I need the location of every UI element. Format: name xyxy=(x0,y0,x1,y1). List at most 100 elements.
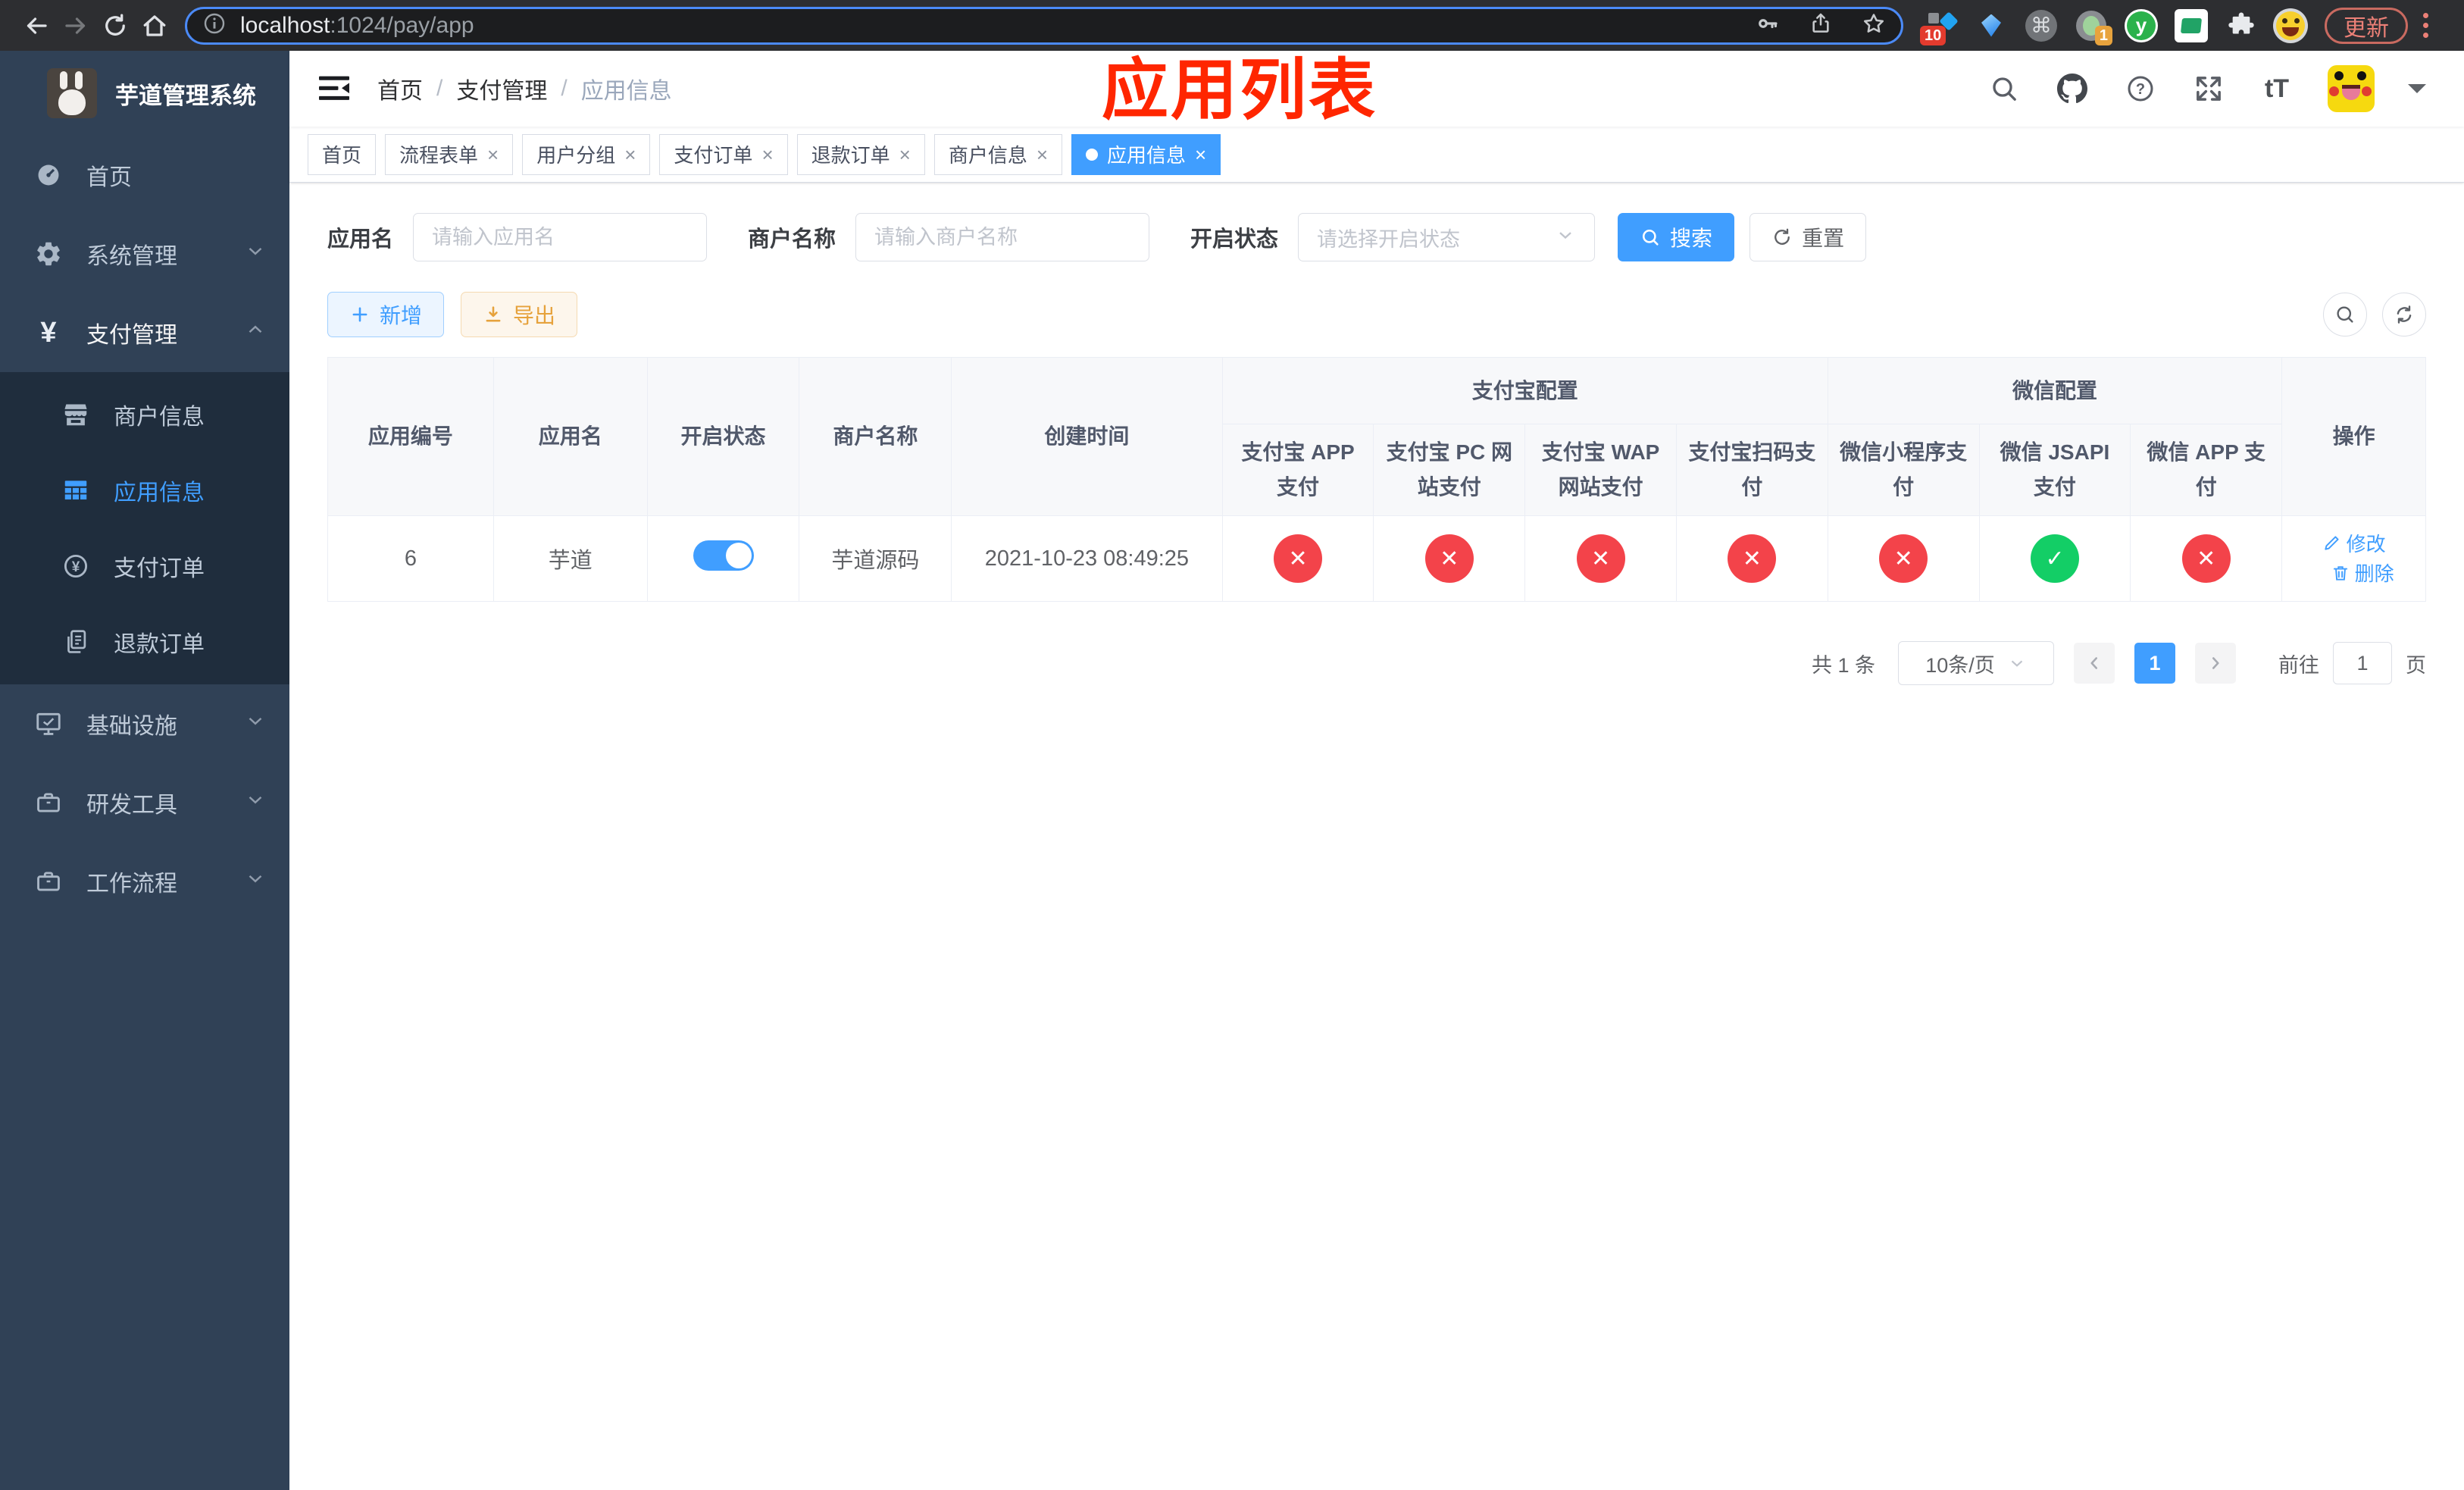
sidebar-collapse-icon[interactable] xyxy=(317,74,352,104)
tags-view: 首页 流程表单 × 用户分组 × 支付订单 × 退款订单 × 商户信息 × 应用信息 × xyxy=(289,127,2464,183)
reset-button[interactable]: 重置 xyxy=(1750,213,1867,261)
help-icon[interactable]: ? xyxy=(2123,71,2158,106)
browser-home-button[interactable] xyxy=(135,6,174,45)
cell-alipay-pc: ✕ xyxy=(1373,515,1526,602)
sidebar-item-payment-orders[interactable]: ¥ 支付订单 xyxy=(0,528,289,604)
close-icon[interactable]: × xyxy=(899,145,911,164)
status-toggle[interactable] xyxy=(693,540,754,571)
col-alipay-scan: 支付宝扫码支付 xyxy=(1675,424,1828,516)
tab-payment-orders[interactable]: 支付订单 × xyxy=(659,133,788,175)
browser-reload-button[interactable] xyxy=(95,6,135,45)
share-icon[interactable] xyxy=(1809,11,1833,39)
breadcrumb-current: 应用信息 xyxy=(580,79,672,104)
close-icon[interactable]: × xyxy=(1195,145,1206,164)
toggle-search-button[interactable] xyxy=(2323,293,2367,337)
sidebar-item-merchant-info[interactable]: 商户信息 xyxy=(0,377,289,452)
app-name-input[interactable] xyxy=(413,213,708,261)
config-status-icon: ✕ xyxy=(1274,534,1323,583)
add-button[interactable]: 新增 xyxy=(327,292,445,337)
dashboard-icon xyxy=(32,161,65,189)
config-status-icon: ✓ xyxy=(2030,534,2079,583)
app-title: 芋道管理系统 xyxy=(115,82,256,109)
sidebar: 芋道管理系统 首页 系统管理 ¥ 支付管理 商户信息 应用信息 ¥ 支付订单 退… xyxy=(0,51,289,1490)
config-status-icon: ✕ xyxy=(1424,534,1474,583)
avatar-caret-icon[interactable] xyxy=(2408,84,2426,102)
grid-table-icon xyxy=(59,476,92,505)
col-group-wechat: 微信配置 xyxy=(1827,357,2283,424)
tab-home[interactable]: 首页 xyxy=(308,133,377,175)
goto-label: 前往 xyxy=(2278,653,2319,677)
close-icon[interactable]: × xyxy=(761,145,773,164)
close-icon[interactable]: × xyxy=(1037,145,1048,164)
cell-app-id: 6 xyxy=(327,515,494,602)
browser-back-button[interactable] xyxy=(17,6,56,45)
fullscreen-icon[interactable] xyxy=(2191,71,2226,106)
refresh-button[interactable] xyxy=(2382,293,2426,337)
tab-process-form[interactable]: 流程表单 × xyxy=(385,133,514,175)
browser-update-button[interactable]: 更新 xyxy=(2325,7,2408,44)
prev-page-button[interactable] xyxy=(2074,643,2115,684)
breadcrumb-separator: / xyxy=(436,76,443,101)
merchant-name-input[interactable] xyxy=(855,213,1150,261)
url-text: localhost:1024/pay/app xyxy=(240,12,474,38)
pagination-total: 共 1 条 xyxy=(1811,653,1875,677)
app-name-label: 应用名 xyxy=(327,227,394,252)
extensions-puzzle-icon[interactable] xyxy=(2223,8,2259,44)
browser-forward-button[interactable] xyxy=(56,6,95,45)
extension-badge: 1 xyxy=(2094,25,2112,45)
extension-recorder-icon[interactable]: 1 xyxy=(2073,8,2112,45)
password-key-icon[interactable] xyxy=(1756,11,1780,39)
tab-refund-orders[interactable]: 退款订单 × xyxy=(796,133,925,175)
active-dot xyxy=(1086,148,1099,161)
tab-merchant-info[interactable]: 商户信息 × xyxy=(933,133,1063,175)
user-avatar[interactable] xyxy=(2328,65,2375,112)
bookmark-star-icon[interactable] xyxy=(1862,11,1886,39)
search-button[interactable]: 搜索 xyxy=(1618,213,1735,261)
goto-page-input[interactable] xyxy=(2333,642,2392,684)
edit-link[interactable]: 修改 xyxy=(2322,529,2386,557)
close-icon[interactable]: × xyxy=(624,145,636,164)
sidebar-item-infrastructure[interactable]: 基础设施 xyxy=(0,684,289,763)
browser-menu-icon[interactable] xyxy=(2420,13,2431,38)
status-label: 开启状态 xyxy=(1190,227,1279,252)
font-size-icon[interactable]: tT xyxy=(2259,71,2294,106)
sidebar-item-home[interactable]: 首页 xyxy=(0,136,289,214)
site-info-icon[interactable] xyxy=(202,11,227,39)
page-size-select[interactable]: 10条/页 xyxy=(1898,641,2054,685)
sidebar-item-system[interactable]: 系统管理 xyxy=(0,214,289,293)
breadcrumb-payment[interactable]: 支付管理 xyxy=(456,72,547,105)
address-bar[interactable]: localhost:1024/pay/app xyxy=(185,6,1903,45)
yen-circle-icon: ¥ xyxy=(59,552,92,581)
extensions-area: 10 ⌘ 1 y xyxy=(1920,8,2308,45)
extension-blocks-icon[interactable]: 10 xyxy=(1920,8,1959,45)
sidebar-item-dev-tools[interactable]: 研发工具 xyxy=(0,763,289,842)
sidebar-item-workflow[interactable]: 工作流程 xyxy=(0,842,289,921)
tab-app-info[interactable]: 应用信息 × xyxy=(1071,133,1221,175)
delete-link[interactable]: 删除 xyxy=(2331,559,2394,587)
filter-form: 应用名 商户名称 开启状态 请选择开启状态 搜索 重置 xyxy=(327,213,2426,261)
search-icon[interactable] xyxy=(1987,71,2022,106)
next-page-button[interactable] xyxy=(2195,643,2236,684)
extension-kite-icon[interactable] xyxy=(1973,8,2009,44)
sidebar-item-refund-orders[interactable]: 退款订单 xyxy=(0,604,289,680)
app-logo[interactable]: 芋道管理系统 xyxy=(0,51,289,136)
sidebar-item-payment[interactable]: ¥ 支付管理 xyxy=(0,293,289,372)
cell-merchant: 芋道源码 xyxy=(799,515,952,602)
extension-y-icon[interactable]: y xyxy=(2123,8,2159,44)
cell-wechat-jsapi: ✓ xyxy=(1978,515,2131,602)
cell-alipay-app: ✕ xyxy=(1221,515,1374,602)
sidebar-item-app-info[interactable]: 应用信息 xyxy=(0,452,289,528)
github-icon[interactable] xyxy=(2055,71,2090,106)
tab-user-group[interactable]: 用户分组 × xyxy=(522,133,651,175)
col-actions: 操作 xyxy=(2281,357,2426,516)
breadcrumb-home[interactable]: 首页 xyxy=(377,72,423,105)
page-number-1[interactable]: 1 xyxy=(2134,643,2175,684)
col-status: 开启状态 xyxy=(646,357,800,516)
extension-command-icon[interactable]: ⌘ xyxy=(2023,8,2059,44)
close-icon[interactable]: × xyxy=(487,145,499,164)
storefront-icon xyxy=(59,400,92,429)
extension-chat-icon[interactable] xyxy=(2173,8,2209,44)
browser-profile-avatar[interactable] xyxy=(2273,8,2308,43)
export-button[interactable]: 导出 xyxy=(461,292,578,337)
status-select[interactable]: 请选择开启状态 xyxy=(1298,213,1596,261)
